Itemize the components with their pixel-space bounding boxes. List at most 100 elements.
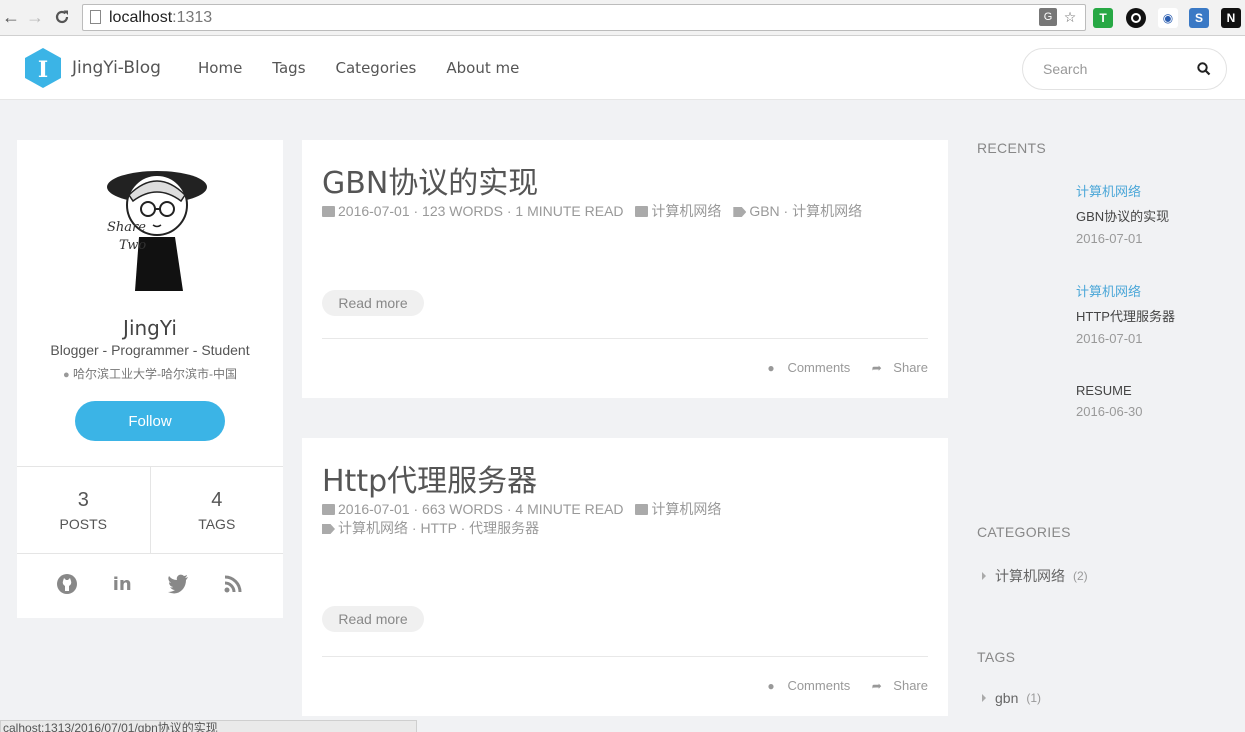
location-text: 哈尔滨工业大学-哈尔滨市-中国: [73, 367, 237, 381]
post-meta: 2016-07-01 · 663 WORDS · 4 MINUTE READ 计…: [322, 500, 721, 538]
post-actions: ● Comments ➦ Share: [764, 678, 928, 693]
comments-label: Comments: [787, 360, 851, 375]
page-icon: [90, 10, 101, 24]
recent-title[interactable]: HTTP代理服务器: [1076, 306, 1236, 325]
search-input[interactable]: Search: [1022, 48, 1227, 90]
post-tags[interactable]: 计算机网络 · HTTP · 代理服务器: [338, 520, 539, 536]
reload-icon[interactable]: [51, 6, 73, 28]
tags-icon: [322, 524, 335, 534]
divider: [322, 656, 928, 657]
tags-count: 4: [211, 489, 223, 511]
share-button[interactable]: ➦ Share: [870, 678, 928, 693]
category-name[interactable]: 计算机网络: [995, 566, 1065, 586]
read-more-button[interactable]: Read more: [322, 606, 424, 632]
share-label: Share: [893, 678, 928, 693]
post-card: Http代理服务器 2016-07-01 · 663 WORDS · 4 MIN…: [302, 438, 948, 716]
github-icon[interactable]: [55, 572, 79, 596]
comment-icon: ●: [767, 360, 775, 375]
follow-button[interactable]: Follow: [75, 401, 225, 441]
recent-date: 2016-07-01: [1076, 331, 1143, 346]
post-title[interactable]: Http代理服务器: [322, 456, 537, 500]
profile-card: Share Two JingYi Blogger - Programmer - …: [17, 140, 283, 618]
recent-post[interactable]: RESUME 2016-06-30: [1076, 383, 1236, 419]
folder-icon: [635, 504, 649, 515]
recent-category[interactable]: 计算机网络: [1076, 281, 1236, 300]
extension-shield-icon[interactable]: T: [1093, 8, 1113, 28]
post-title[interactable]: GBN协议的实现: [322, 158, 538, 202]
share-icon: ➦: [871, 678, 882, 693]
comments-button[interactable]: ● Comments: [764, 360, 850, 375]
address-bar[interactable]: localhost:1313 G ☆: [82, 4, 1086, 31]
forward-icon[interactable]: →: [24, 6, 46, 28]
comment-icon: ●: [767, 678, 775, 693]
post-actions: ● Comments ➦ Share: [764, 360, 928, 375]
share-button[interactable]: ➦ Share: [870, 360, 928, 375]
recent-title[interactable]: GBN协议的实现: [1076, 206, 1236, 225]
post-tags[interactable]: GBN · 计算机网络: [749, 203, 862, 219]
categories-heading: CATEGORIES: [977, 524, 1071, 540]
post-category[interactable]: 计算机网络: [651, 501, 721, 517]
recent-category[interactable]: 计算机网络: [1076, 181, 1236, 200]
calendar-icon: [322, 206, 335, 217]
status-bar: calhost:1313/2016/07/01/gbn协议的实现: [0, 720, 417, 732]
posts-count: 3: [77, 489, 89, 511]
recent-post[interactable]: 计算机网络 GBN协议的实现 2016-07-01: [1076, 181, 1236, 246]
share-icon: ➦: [871, 360, 882, 375]
url-text[interactable]: localhost:1313: [109, 9, 212, 27]
linkedin-icon[interactable]: in: [110, 572, 134, 596]
recent-post[interactable]: 计算机网络 HTTP代理服务器 2016-07-01: [1076, 281, 1236, 346]
category-item[interactable]: 计算机网络 (2): [982, 566, 1088, 586]
nav-home[interactable]: Home: [198, 59, 242, 77]
svg-text:Share: Share: [107, 220, 146, 235]
post-date-words: 2016-07-01 · 123 WORDS · 1 MINUTE READ: [338, 203, 624, 219]
caret-right-icon: [982, 694, 986, 702]
post-meta: 2016-07-01 · 123 WORDS · 1 MINUTE READ 计…: [322, 202, 862, 221]
profile-role: Blogger - Programmer - Student: [50, 342, 250, 358]
folder-icon: [635, 206, 649, 217]
nav-tags[interactable]: Tags: [272, 59, 305, 77]
profile-location: ● 哈尔滨工业大学-哈尔滨市-中国: [17, 365, 283, 382]
post-category[interactable]: 计算机网络: [651, 203, 721, 219]
bookmark-star-icon[interactable]: ☆: [1061, 8, 1079, 26]
extension-s-icon[interactable]: S: [1189, 8, 1209, 28]
social-links: in: [17, 572, 283, 596]
extension-circle-icon[interactable]: [1126, 8, 1146, 28]
tag-name[interactable]: gbn: [995, 690, 1018, 706]
recent-date: 2016-06-30: [1076, 404, 1143, 419]
divider: [322, 338, 928, 339]
nav-about[interactable]: About me: [446, 59, 519, 77]
caret-right-icon: [982, 572, 986, 580]
comments-button[interactable]: ● Comments: [764, 678, 850, 693]
profile-name: JingYi: [123, 316, 177, 340]
svg-text:I: I: [38, 57, 48, 83]
nav-categories[interactable]: Categories: [336, 59, 417, 77]
main-nav: Home Tags Categories About me: [198, 59, 549, 77]
read-more-button[interactable]: Read more: [322, 290, 424, 316]
extension-globe-icon[interactable]: ◉: [1158, 8, 1178, 28]
map-marker-icon: ●: [63, 369, 70, 381]
site-header: I JingYi-Blog Home Tags Categories About…: [0, 36, 1245, 100]
rss-icon[interactable]: [221, 572, 245, 596]
posts-stat[interactable]: 3 POSTS: [17, 467, 150, 553]
tags-stat[interactable]: 4 TAGS: [149, 467, 284, 553]
tags-label: TAGS: [198, 516, 236, 532]
tag-count: (1): [1026, 691, 1042, 705]
tag-item[interactable]: gbn (1): [982, 690, 1041, 706]
search-placeholder: Search: [1043, 61, 1088, 77]
translate-icon[interactable]: G: [1039, 8, 1057, 26]
back-icon[interactable]: ←: [0, 6, 22, 28]
profile-stats: 3 POSTS 4 TAGS: [17, 466, 283, 554]
avatar: Share Two: [107, 171, 207, 291]
search-icon[interactable]: [1196, 61, 1212, 77]
site-title[interactable]: JingYi-Blog: [72, 58, 161, 78]
category-count: (2): [1073, 569, 1088, 583]
calendar-icon: [322, 504, 335, 515]
tags-heading: TAGS: [977, 649, 1016, 665]
extension-n-icon[interactable]: N: [1221, 8, 1241, 28]
recent-date: 2016-07-01: [1076, 231, 1143, 246]
twitter-icon[interactable]: [166, 572, 190, 596]
post-date-words: 2016-07-01 · 663 WORDS · 4 MINUTE READ: [338, 501, 624, 517]
logo-icon[interactable]: I: [24, 47, 62, 89]
recent-title[interactable]: RESUME: [1076, 383, 1236, 398]
posts-label: POSTS: [59, 516, 107, 532]
